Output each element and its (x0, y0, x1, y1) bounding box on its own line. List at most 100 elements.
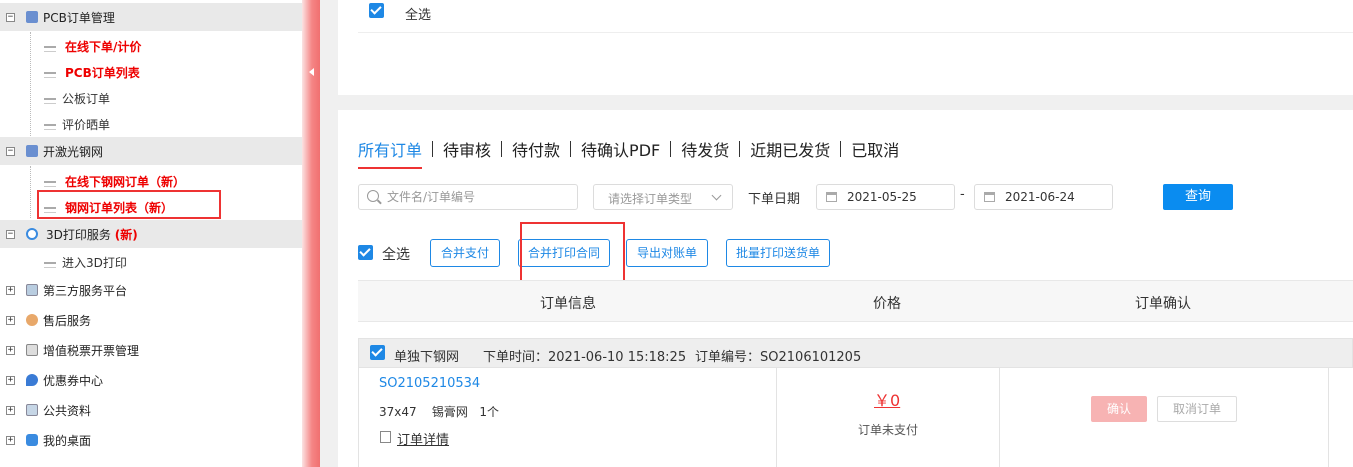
select-all-checkbox[interactable] (358, 245, 373, 260)
tab-pending-pdf[interactable]: 待确认PDF (571, 137, 670, 161)
sidebar-splitter[interactable] (302, 0, 320, 467)
order-date-label: 下单日期 (748, 192, 801, 207)
calendar-icon (826, 192, 837, 202)
expand-icon[interactable]: + (6, 375, 15, 385)
sidebar-group-pcb[interactable]: − PCB订单管理 (0, 3, 302, 31)
order-row-body: SO2105210534 37x47 锡膏网 1个 订单详情 ￥0 订单未支付 … (358, 368, 1353, 467)
order-time: 下单时间：2021-06-10 15:18:25 (483, 350, 687, 365)
date-from-value: 2021-05-25 (847, 190, 917, 204)
order-price[interactable]: ￥0 (874, 387, 900, 411)
order-type-select[interactable]: 请选择订单类型 (593, 184, 733, 210)
collapse-arrow-icon[interactable] (309, 68, 314, 76)
tab-recently-shipped[interactable]: 近期已发货 (740, 137, 840, 161)
pcb-icon (26, 11, 38, 23)
sidebar-group-public-docs[interactable]: + 公共资料 (0, 396, 302, 424)
sidebar-item-label[interactable]: 在线下单/计价 (65, 38, 141, 55)
sidebar-item-enter-3d-print[interactable]: 进入3D打印 (0, 248, 302, 274)
select-all-checkbox[interactable] (369, 3, 384, 18)
highlight-box (520, 222, 625, 285)
shield-icon (26, 374, 38, 386)
order-type-placeholder: 请选择订单类型 (608, 192, 693, 206)
merge-pay-button[interactable]: 合并支付 (430, 239, 500, 267)
collapse-icon[interactable]: − (6, 229, 15, 239)
sidebar-group-label: 售后服务 (43, 313, 92, 328)
sidebar-group-label: 优惠券中心 (43, 373, 104, 388)
sidebar-group-after-sales[interactable]: + 售后服务 (0, 306, 302, 334)
sidebar-item-online-order[interactable]: 在线下单/计价 (0, 32, 302, 58)
cell-divider (999, 368, 1000, 467)
detail-icon (380, 431, 391, 443)
date-from-input[interactable]: 2021-05-25 (816, 184, 955, 210)
search-icon (367, 190, 379, 202)
order-checkbox[interactable] (370, 345, 385, 360)
sidebar-item-label[interactable]: 评价晒单 (62, 116, 110, 133)
order-list-panel: 所有订单 待审核 待付款 待确认PDF 待发货 近期已发货 已取消 请选择订单类… (338, 110, 1353, 467)
sidebar-item-label[interactable]: 在线下钢网订单（新） (65, 173, 185, 190)
expand-icon[interactable]: + (6, 405, 15, 415)
search-box[interactable] (358, 184, 578, 210)
page-icon (44, 46, 56, 52)
expand-icon[interactable]: + (6, 285, 15, 295)
sidebar-group-stencil[interactable]: − 开激光钢网 (0, 137, 302, 165)
tab-pending-payment[interactable]: 待付款 (502, 137, 570, 161)
date-separator: - (960, 187, 965, 202)
sidebar-group-label: 第三方服务平台 (43, 283, 128, 298)
page-icon (44, 262, 56, 268)
new-badge: (新) (114, 227, 138, 242)
sidebar-group-label: 我的桌面 (43, 433, 92, 448)
calendar-icon (984, 192, 995, 202)
search-input[interactable] (387, 189, 572, 205)
sidebar-item-review[interactable]: 评价晒单 (0, 110, 302, 136)
sidebar-group-third-party[interactable]: + 第三方服务平台 (0, 276, 302, 304)
sidebar-item-label[interactable]: 进入3D打印 (62, 254, 127, 271)
user-icon (26, 314, 38, 326)
order-row-header: 单独下钢网 下单时间：2021-06-10 15:18:25 订单编号：SO21… (358, 338, 1353, 368)
sidebar-item-pcb-order-list[interactable]: PCB订单列表 (0, 58, 302, 84)
confirm-button[interactable]: 确认 (1091, 396, 1147, 422)
order-spec: 37x47 锡膏网 1个 (379, 405, 500, 419)
sidebar-group-invoice[interactable]: + 增值税票开票管理 (0, 336, 302, 364)
sidebar-group-label: 3D打印服务 (新) (46, 227, 138, 242)
tab-all-orders[interactable]: 所有订单 (358, 137, 432, 169)
date-to-input[interactable]: 2021-06-24 (974, 184, 1113, 210)
sidebar-menu: − PCB订单管理 在线下单/计价 PCB订单列表 公板订单 评价晒单 − 开激… (0, 0, 302, 467)
sub-order-link[interactable]: SO2105210534 (379, 376, 480, 391)
tab-pending-shipment[interactable]: 待发货 (671, 137, 739, 161)
expand-icon[interactable]: + (6, 345, 15, 355)
cancel-order-button[interactable]: 取消订单 (1157, 396, 1237, 422)
collapse-icon[interactable]: − (6, 12, 15, 22)
cell-divider (1328, 368, 1329, 467)
highlight-box (37, 190, 221, 219)
order-detail-link[interactable]: 订单详情 (397, 429, 449, 448)
select-all-label: 全选 (405, 8, 432, 23)
expand-icon[interactable]: + (6, 435, 15, 445)
export-statement-button[interactable]: 导出对账单 (626, 239, 708, 267)
document-icon (26, 404, 38, 416)
sidebar-item-label[interactable]: PCB订单列表 (65, 64, 140, 81)
date-to-value: 2021-06-24 (1005, 190, 1075, 204)
header-order-info: 订单信息 (540, 296, 596, 312)
sidebar-item-public-board[interactable]: 公板订单 (0, 84, 302, 110)
sidebar-group-label: 增值税票开票管理 (43, 343, 140, 358)
order-status-tabs: 所有订单 待审核 待付款 待确认PDF 待发货 近期已发货 已取消 (358, 136, 909, 169)
table-header: 订单信息 价格 订单确认 (358, 280, 1353, 322)
invoice-icon (26, 344, 38, 356)
sidebar-item-label[interactable]: 公板订单 (62, 90, 110, 107)
select-all-label: 全选 (382, 247, 410, 263)
collapse-icon[interactable]: − (6, 146, 15, 156)
page-icon (44, 72, 56, 78)
tab-cancelled[interactable]: 已取消 (841, 137, 909, 161)
platform-icon (26, 284, 38, 296)
expand-icon[interactable]: + (6, 315, 15, 325)
batch-print-delivery-button[interactable]: 批量打印送货单 (726, 239, 830, 267)
sidebar-group-label: 公共资料 (43, 403, 92, 418)
sidebar-group-coupon[interactable]: + 优惠券中心 (0, 366, 302, 394)
header-price: 价格 (873, 296, 901, 312)
sidebar-group-desktop[interactable]: + 我的桌面 (0, 426, 302, 454)
header-order-confirm: 订单确认 (1135, 296, 1191, 312)
sidebar-group-3d-print[interactable]: − 3D打印服务 (新) (0, 220, 302, 248)
order-type: 单独下钢网 (394, 350, 460, 365)
query-button[interactable]: 查询 (1163, 184, 1233, 210)
tab-pending-review[interactable]: 待审核 (433, 137, 501, 161)
page-icon (44, 181, 56, 187)
